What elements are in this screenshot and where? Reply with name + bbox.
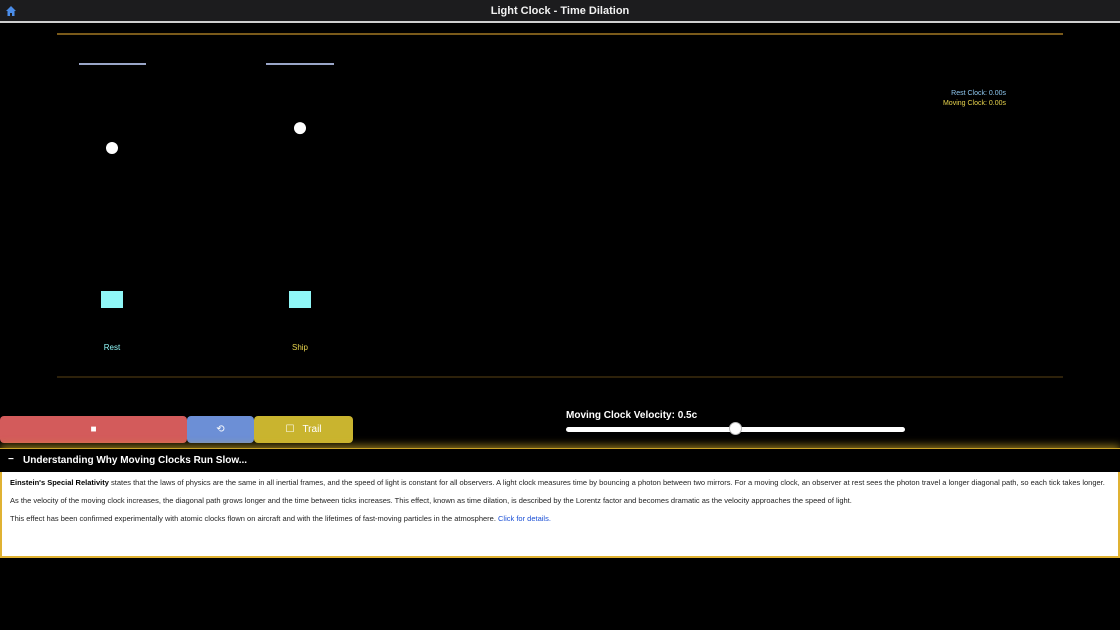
reset-icon: ⟲ [216,424,225,435]
velocity-label: Moving Clock Velocity: 0.5c [566,410,698,421]
reset-button[interactable]: ⟲ [187,416,254,443]
stop-button[interactable]: ■ [0,416,187,443]
info-heading: Understanding Why Moving Clocks Run Slow… [23,455,248,466]
rest-clock-emitter [101,291,123,308]
moving-clock-emitter [289,291,311,308]
info-paragraph-1: Einstein's Special Relativity states tha… [10,478,1105,487]
title-bar: Light Clock - Time Dilation [0,0,1120,23]
velocity-slider-thumb[interactable] [729,422,742,435]
info-panel-body: Einstein's Special Relativity states tha… [0,472,1120,558]
info-panel-header[interactable]: − Understanding Why Moving Clocks Run Sl… [0,448,1120,472]
trail-label: Trail [302,424,322,435]
collapse-icon[interactable]: − [8,454,14,465]
window-title: Light Clock - Time Dilation [490,5,630,17]
trail-button[interactable]: ☐ Trail [254,416,353,443]
info-paragraph-3: This effect has been confirmed experimen… [10,514,551,523]
details-link[interactable]: Click for details. [498,514,551,523]
simulation-canvas: Rest Ship Rest Clock: 0.00s Moving Clock… [0,24,1120,414]
moving-clock-photon [294,122,306,135]
rest-clock-label: Rest [104,343,121,352]
controls-bar: ■ ⟲ ☐ Trail Moving Clock Velocity: 0.5c [0,410,1120,446]
stop-icon: ■ [90,424,97,435]
moving-clock-label: Ship [292,343,309,352]
legend-rest-clock: Rest Clock: 0.00s [951,90,1006,97]
info-paragraph-2: As the velocity of the moving clock incr… [10,496,852,505]
relativity-term: Einstein's Special Relativity [10,478,109,487]
legend-moving-clock: Moving Clock: 0.00s [943,100,1007,107]
rest-clock-photon [106,141,118,154]
trail-icon: ☐ [285,424,295,435]
